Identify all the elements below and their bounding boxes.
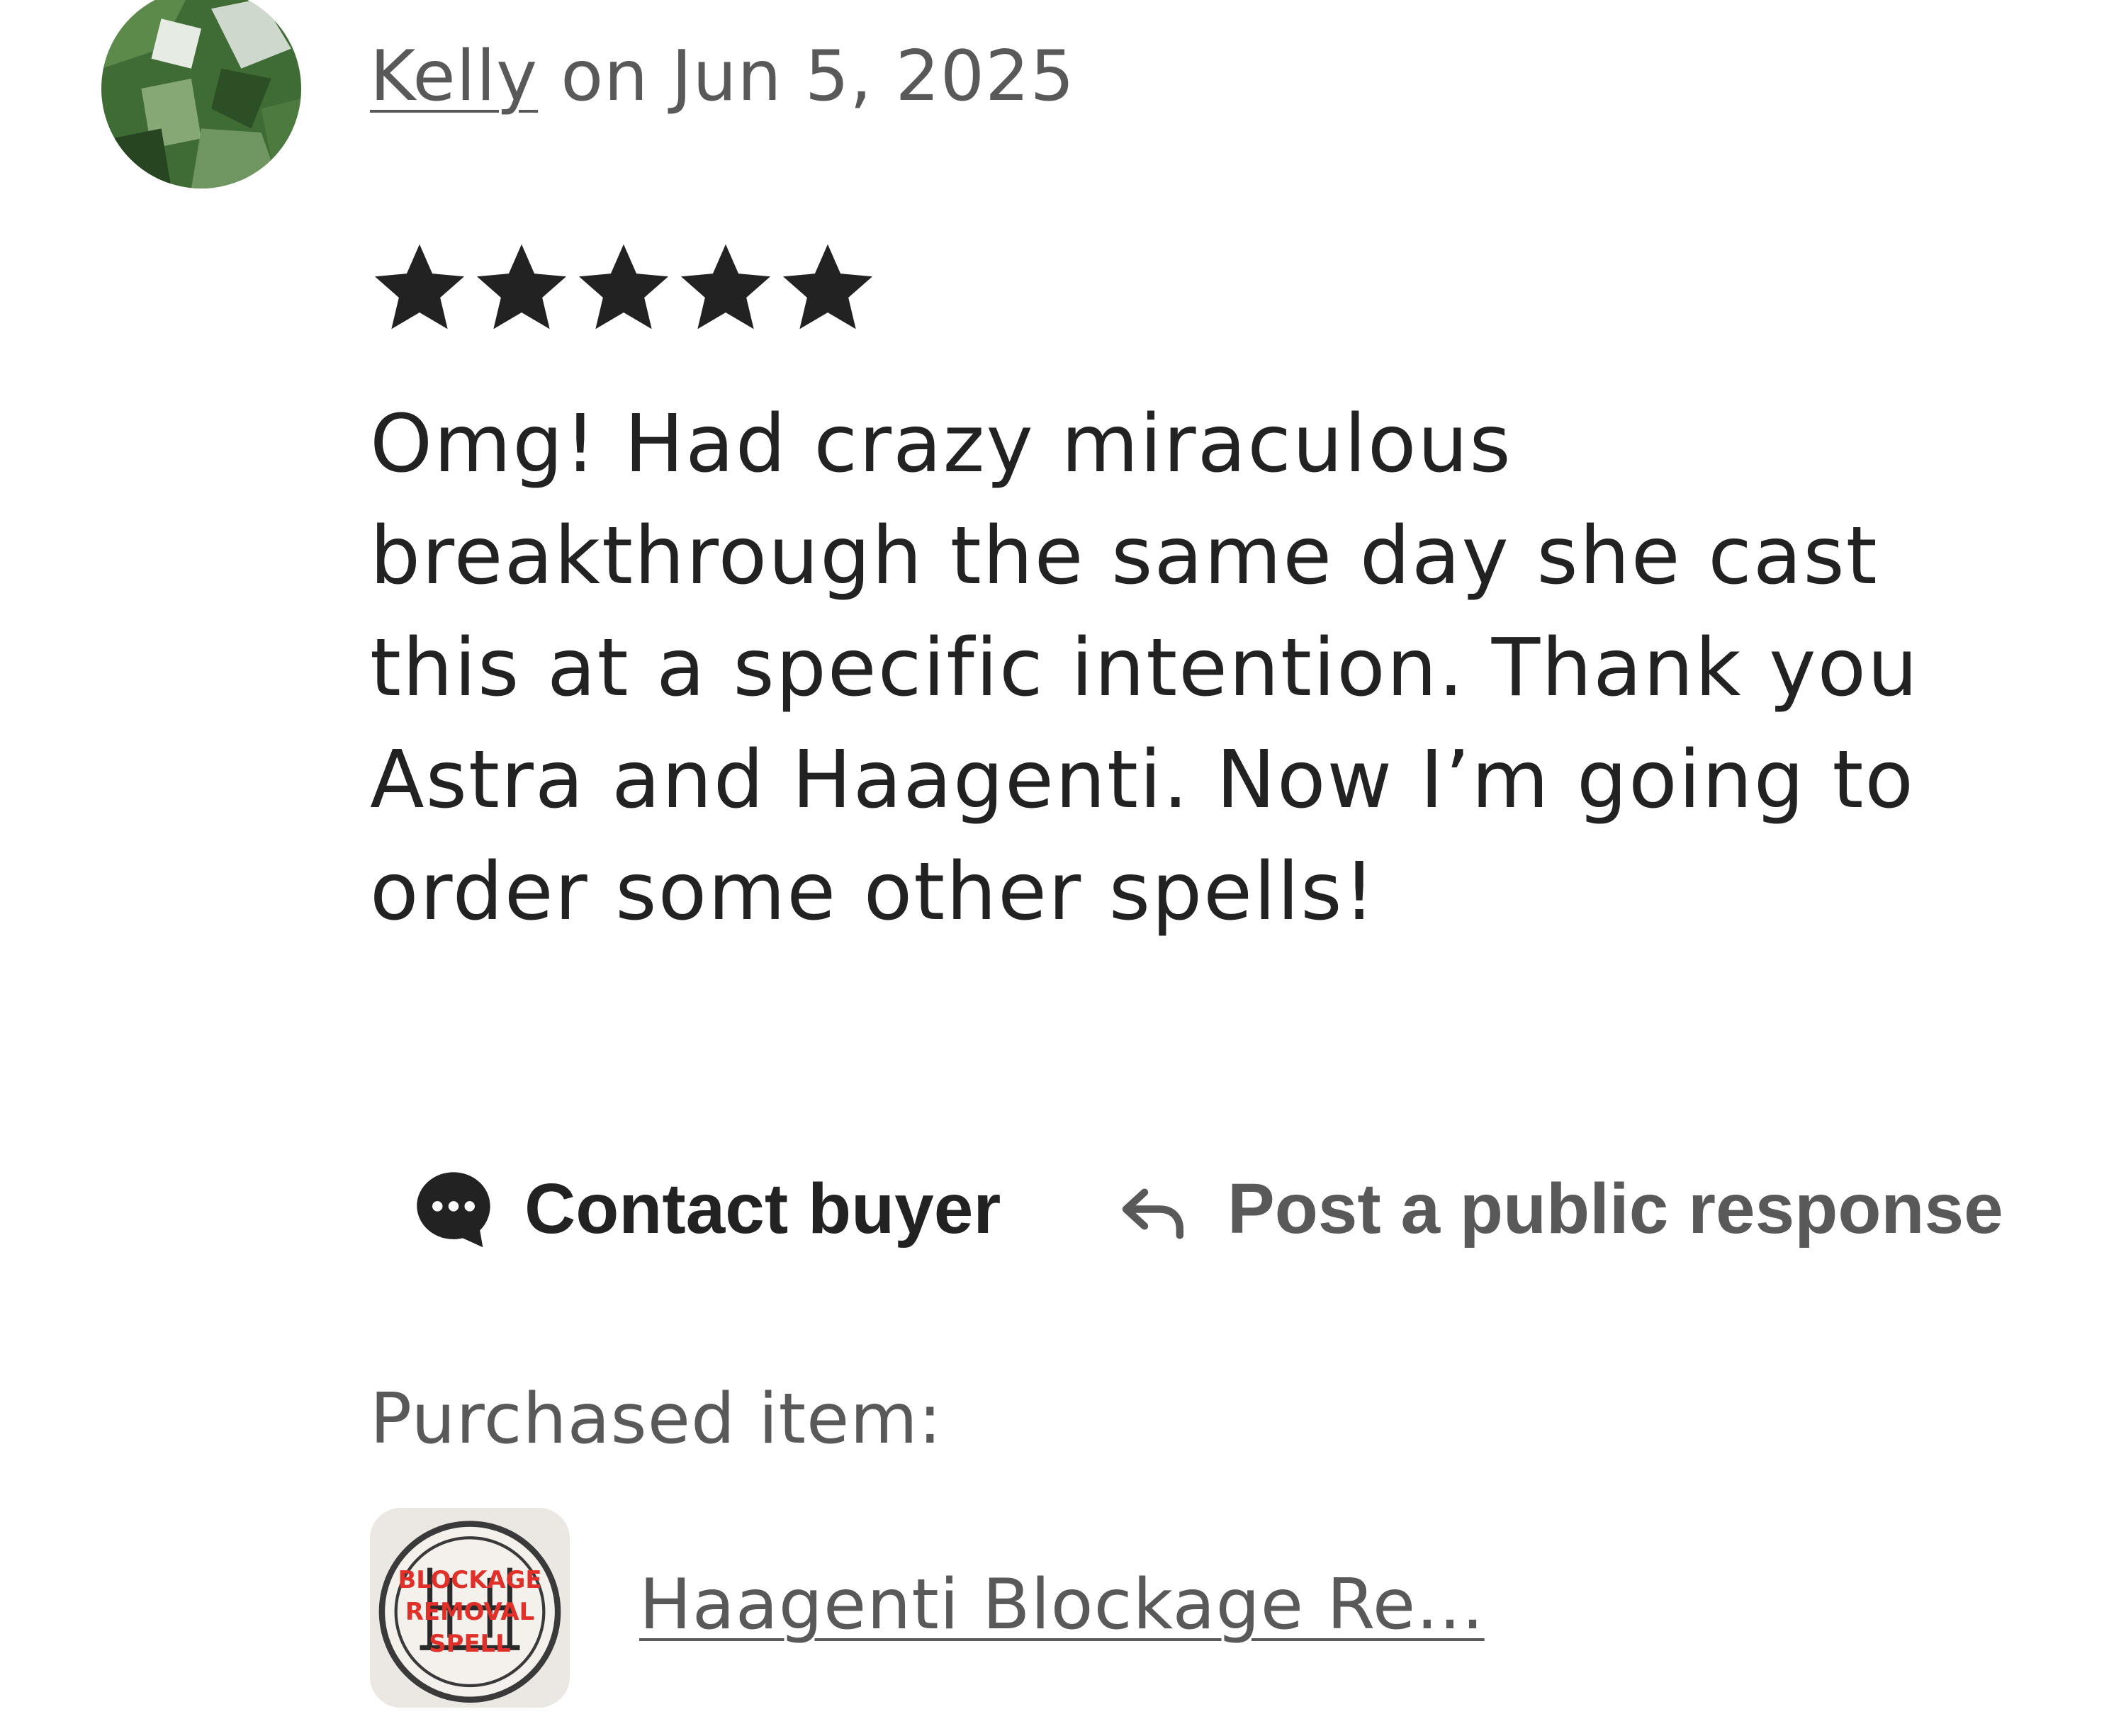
purchased-item-link[interactable]: Haagenti Blockage Re...	[639, 1559, 1485, 1651]
reviewer-name-link[interactable]: Kelly	[370, 36, 538, 117]
thumbnail-text: SPELL	[429, 1630, 510, 1657]
star-icon	[375, 244, 464, 329]
thumbnail-text: BLOCKAGE	[398, 1566, 542, 1594]
star-icon	[783, 244, 872, 329]
star-rating	[370, 238, 877, 337]
reviewer-avatar[interactable]	[101, 0, 301, 188]
contact-buyer-label: Contact buyer	[524, 1168, 1001, 1249]
reply-arrow-icon	[1122, 1188, 1184, 1239]
purchased-item-thumbnail[interactable]: BLOCKAGE REMOVAL SPELL	[370, 1508, 570, 1708]
review-text-line: Omg! Had crazy miraculous	[370, 398, 1512, 490]
review-header: Kelly on Jun 5, 2025	[370, 34, 1075, 119]
review-text-line: Astra and Haagenti. Now I’m going to	[370, 734, 1915, 826]
star-icon	[681, 244, 770, 329]
thumbnail-text: REMOVAL	[405, 1598, 534, 1625]
purchased-item-label: Purchased item:	[370, 1379, 943, 1460]
chat-bubble-icon	[417, 1172, 490, 1248]
star-icon	[477, 244, 566, 329]
review-text-line: breakthrough the same day she cast	[370, 510, 1879, 602]
review-text-line: order some other spells!	[370, 846, 1377, 938]
review-text-line: this at a specific intention. Thank you	[370, 622, 1920, 714]
contact-buyer-button[interactable]: Contact buyer	[410, 1159, 1001, 1258]
review-text: Omg! Had crazy miraculous breakthrough t…	[370, 388, 2071, 948]
post-public-response-label: Post a public response	[1227, 1168, 2003, 1249]
post-public-response-button[interactable]: Post a public response	[1117, 1159, 2003, 1258]
review-date: on Jun 5, 2025	[538, 36, 1075, 117]
star-icon	[579, 244, 668, 329]
